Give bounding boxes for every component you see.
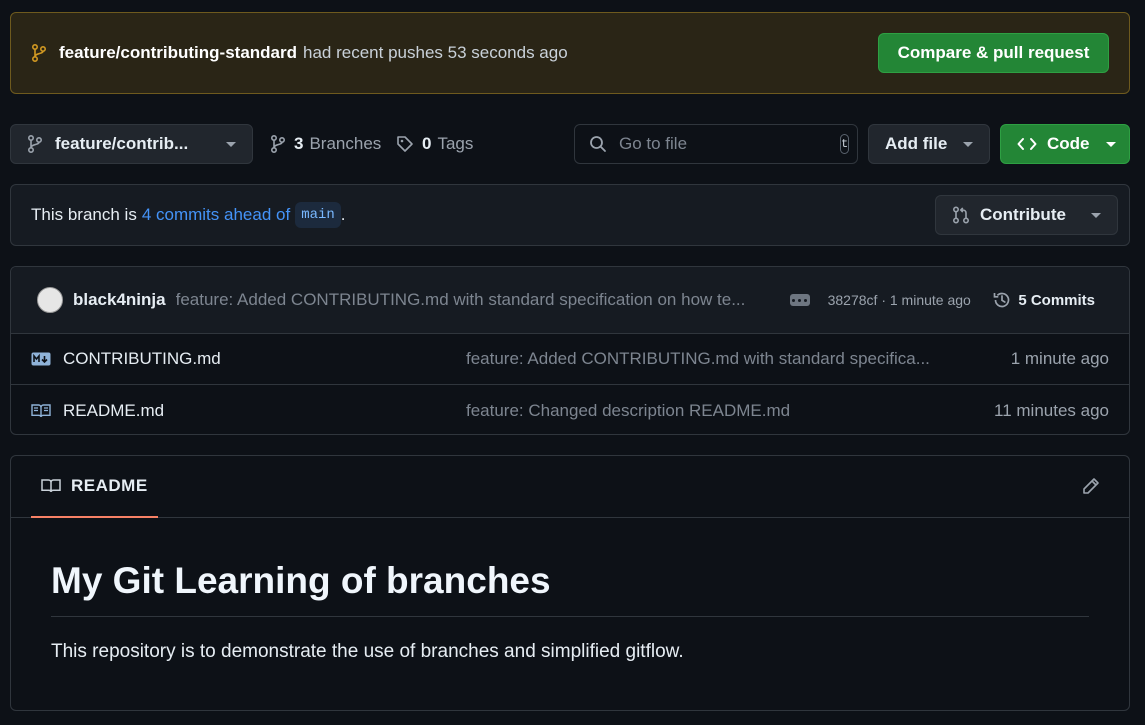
recent-push-banner: feature/contributing-standard had recent… bbox=[10, 12, 1130, 94]
tag-icon bbox=[396, 135, 414, 153]
tags-link[interactable]: 0 Tags bbox=[396, 134, 473, 154]
tab-readme[interactable]: README bbox=[31, 456, 158, 518]
chevron-down-icon bbox=[963, 141, 973, 147]
tags-label: Tags bbox=[437, 134, 474, 153]
book-icon bbox=[41, 478, 61, 494]
git-branch-icon bbox=[27, 135, 43, 153]
keyboard-shortcut-hint: t bbox=[840, 134, 850, 154]
git-branch-icon bbox=[31, 44, 47, 62]
file-commit-time: 1 minute ago bbox=[1010, 349, 1109, 368]
readme-content: My Git Learning of branches This reposit… bbox=[11, 518, 1129, 663]
tags-count: 0 bbox=[422, 134, 432, 153]
branch-ahead-banner: This branch is 4 commits ahead of main .… bbox=[10, 184, 1130, 246]
avatar[interactable] bbox=[37, 287, 63, 313]
commit-author[interactable]: black4ninja bbox=[73, 290, 166, 310]
contribute-label: Contribute bbox=[980, 205, 1066, 224]
readme-heading: My Git Learning of branches bbox=[51, 560, 1089, 617]
code-label: Code bbox=[1047, 134, 1090, 153]
readme-header: README bbox=[11, 456, 1129, 518]
go-to-file-input[interactable] bbox=[619, 134, 840, 154]
book-file-icon bbox=[31, 403, 51, 419]
code-icon bbox=[1017, 136, 1037, 152]
file-name[interactable]: CONTRIBUTING.md bbox=[63, 349, 466, 369]
git-pull-request-icon bbox=[952, 206, 970, 224]
readme-paragraph: This repository is to demonstrate the us… bbox=[51, 641, 684, 662]
add-file-label: Add file bbox=[885, 134, 948, 153]
contribute-button[interactable]: Contribute bbox=[935, 195, 1118, 235]
ahead-suffix: . bbox=[340, 205, 346, 224]
add-file-button[interactable]: Add file bbox=[868, 124, 990, 164]
git-branch-icon bbox=[270, 135, 286, 153]
chevron-down-icon bbox=[1105, 141, 1116, 147]
chevron-down-icon bbox=[1091, 212, 1101, 218]
branches-label: Branches bbox=[309, 134, 382, 153]
pushed-branch-name[interactable]: feature/contributing-standard bbox=[59, 43, 297, 63]
commits-count-label: 5 Commits bbox=[1018, 291, 1095, 309]
commit-message[interactable]: feature: Added CONTRIBUTING.md with stan… bbox=[176, 290, 772, 310]
table-row[interactable]: CONTRIBUTING.md feature: Added CONTRIBUT… bbox=[11, 334, 1129, 385]
push-status-text: had recent pushes 53 seconds ago bbox=[303, 43, 568, 62]
file-commit-message[interactable]: feature: Changed description README.md bbox=[466, 401, 946, 421]
file-commit-message[interactable]: feature: Added CONTRIBUTING.md with stan… bbox=[466, 349, 946, 369]
branches-link[interactable]: 3 Branches bbox=[270, 134, 381, 154]
readme-tab-label: README bbox=[71, 475, 148, 495]
base-branch-chip: main bbox=[295, 202, 341, 228]
table-row[interactable]: README.md feature: Changed description R… bbox=[11, 385, 1129, 434]
chevron-down-icon bbox=[226, 141, 236, 147]
branch-selector[interactable]: feature/contrib... bbox=[10, 124, 253, 164]
file-commit-time: 11 minutes ago bbox=[994, 400, 1109, 420]
file-table: black4ninja feature: Added CONTRIBUTING.… bbox=[10, 266, 1130, 435]
commit-sha-time[interactable]: 38278cf · 1 minute ago bbox=[828, 292, 971, 308]
pencil-edit-icon[interactable] bbox=[1081, 476, 1101, 496]
go-to-file-search[interactable]: t bbox=[574, 124, 858, 164]
history-icon bbox=[992, 290, 1012, 310]
branch-selector-label: feature/contrib... bbox=[55, 134, 189, 153]
commits-ahead-link[interactable]: 4 commits ahead of bbox=[142, 205, 290, 225]
readme-panel: README My Git Learning of branches This … bbox=[10, 455, 1130, 711]
ellipsis-expand-button[interactable] bbox=[789, 294, 810, 306]
markdown-icon bbox=[31, 352, 51, 366]
ahead-prefix: This branch is bbox=[31, 205, 137, 224]
compare-pull-request-button[interactable]: Compare & pull request bbox=[878, 33, 1109, 73]
latest-commit-row: black4ninja feature: Added CONTRIBUTING.… bbox=[11, 267, 1129, 334]
file-name[interactable]: README.md bbox=[63, 401, 466, 421]
code-button[interactable]: Code bbox=[1000, 124, 1130, 164]
search-icon bbox=[589, 135, 607, 153]
commits-history-link[interactable]: 5 Commits bbox=[992, 290, 1095, 310]
branches-count: 3 bbox=[294, 134, 304, 153]
